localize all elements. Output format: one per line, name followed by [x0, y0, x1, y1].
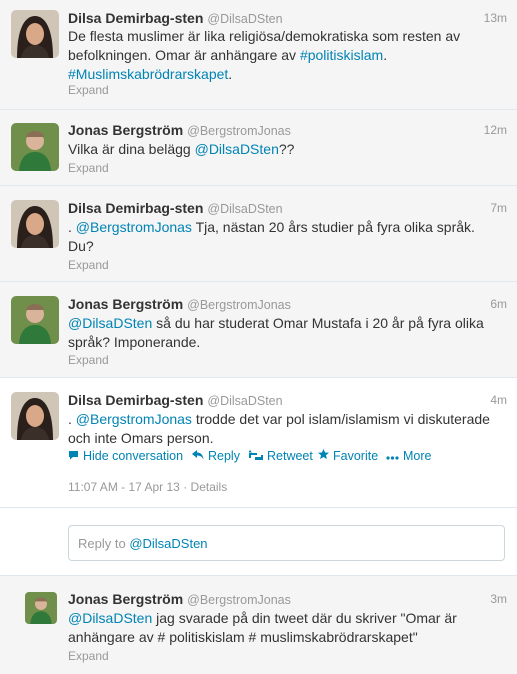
- tweet-text-line: De flesta muslimer är lika religiösa/dem…: [68, 27, 503, 46]
- avatar[interactable]: [11, 392, 59, 440]
- tweet-text-line: Du?: [68, 237, 503, 256]
- mention-link[interactable]: @DilsaDSten: [68, 610, 152, 626]
- text-segment: språk? Imponerande.: [68, 334, 201, 350]
- tweet-text-line: anhängare av # politiskislam # muslimska…: [68, 628, 503, 647]
- author-name[interactable]: Jonas Bergström: [68, 122, 183, 138]
- more-dots-icon: [386, 449, 399, 463]
- mention-link[interactable]: @BergstromJonas: [76, 219, 192, 235]
- retweet-label: Retweet: [267, 449, 313, 463]
- tweet-time[interactable]: 4m: [490, 393, 507, 407]
- text-segment: befolkningen. Omar är anhängare av: [68, 47, 300, 63]
- text-segment: så du har studerat Omar Mustafa i 20 år …: [152, 315, 484, 331]
- expand-link[interactable]: Expand: [68, 649, 109, 663]
- author-handle[interactable]: @DilsaDSten: [207, 12, 282, 26]
- meta-separator: ·: [183, 480, 188, 494]
- text-segment: .: [383, 47, 388, 63]
- tweet-text-line: och inte Omars person.: [68, 429, 503, 448]
- tweet-time[interactable]: 6m: [490, 297, 507, 311]
- tweet-time[interactable]: 12m: [484, 123, 507, 137]
- tweet-text-line: Vilka är dina belägg @DilsaDSten??: [68, 140, 503, 159]
- text-segment: Tja, nästan 20 års studier på fyra olika…: [191, 219, 475, 235]
- tweet-timeline: Dilsa Demirbag-sten @DilsaDSten 13m De fl…: [0, 0, 517, 674]
- tweet-text: . @BergstromJonas trodde det var pol isl…: [68, 410, 503, 448]
- author-handle[interactable]: @DilsaDSten: [207, 394, 282, 408]
- reply-label: Reply: [208, 449, 240, 463]
- author-name[interactable]: Jonas Bergström: [68, 296, 183, 312]
- tweet-time[interactable]: 7m: [490, 201, 507, 215]
- text-segment: jag svarade på din tweet där du skriver …: [152, 610, 457, 626]
- tweet-text-line: . @BergstromJonas trodde det var pol isl…: [68, 410, 503, 429]
- reply-arrow-icon: [192, 449, 204, 463]
- tweet-text: De flesta muslimer är lika religiösa/dem…: [68, 27, 503, 84]
- tweet-text: . @BergstromJonas Tja, nästan 20 års stu…: [68, 218, 503, 256]
- tweet-timestamp[interactable]: 11:07 AM - 17 Apr 13: [68, 480, 180, 494]
- hide-conversation-label: Hide conversation: [83, 449, 184, 463]
- author-handle[interactable]: @BergstromJonas: [187, 593, 291, 607]
- more-button[interactable]: More: [386, 449, 431, 463]
- text-segment: .: [228, 66, 233, 82]
- tweet-time[interactable]: 13m: [484, 11, 507, 25]
- author-name[interactable]: Dilsa Demirbag-sten: [68, 10, 203, 26]
- text-segment: .: [68, 411, 76, 427]
- author-name[interactable]: Jonas Bergström: [68, 591, 183, 607]
- tweet-meta: 11:07 AM - 17 Apr 13 · Details: [68, 480, 227, 494]
- details-link[interactable]: Details: [191, 480, 228, 494]
- author-handle[interactable]: @BergstromJonas: [187, 124, 291, 138]
- author-handle[interactable]: @BergstromJonas: [187, 298, 291, 312]
- tweet-text-line: språk? Imponerande.: [68, 333, 503, 352]
- star-icon: [318, 449, 329, 463]
- retweet-button[interactable]: Retweet: [248, 449, 313, 463]
- text-segment: och inte Omars person.: [68, 430, 214, 446]
- avatar[interactable]: [11, 123, 59, 171]
- reply-mention: @DilsaDSten: [129, 536, 208, 551]
- text-segment: anhängare av # politiskislam # muslimska…: [68, 629, 418, 645]
- avatar[interactable]: [11, 200, 59, 248]
- hide-conversation-button[interactable]: Hide conversation: [68, 449, 183, 463]
- tweet-text-line: #Muslimskabrödrarskapet.: [68, 65, 503, 84]
- reply-button[interactable]: Reply: [192, 449, 240, 463]
- speech-bubble-icon: [68, 449, 79, 463]
- hashtag-link[interactable]: #politiskislam: [300, 47, 383, 63]
- tweet-text-line: @DilsaDSten jag svarade på din tweet där…: [68, 609, 503, 628]
- divider: [0, 507, 517, 508]
- tweet-item[interactable]: Jonas Bergström @BergstromJonas 12m Vilka…: [0, 110, 517, 186]
- tweet-text-line: befolkningen. Omar är anhängare av #poli…: [68, 46, 503, 65]
- tweet-time[interactable]: 3m: [490, 592, 507, 606]
- tweet-text: Vilka är dina belägg @DilsaDSten??: [68, 140, 503, 159]
- expand-link[interactable]: Expand: [68, 353, 109, 367]
- tweet-item[interactable]: Jonas Bergström @BergstromJonas 6m @Dilsa…: [0, 282, 517, 378]
- author-name[interactable]: Dilsa Demirbag-sten: [68, 392, 203, 408]
- tweet-text-line: @DilsaDSten så du har studerat Omar Must…: [68, 314, 503, 333]
- mention-link[interactable]: @BergstromJonas: [76, 411, 192, 427]
- text-segment: Du?: [68, 238, 94, 254]
- tweet-item[interactable]: Dilsa Demirbag-sten @DilsaDSten 7m . @Ber…: [0, 186, 517, 282]
- tweet-item[interactable]: Jonas Bergström @BergstromJonas 3m @Dilsa…: [0, 576, 517, 674]
- favorite-label: Favorite: [333, 449, 379, 463]
- tweet-text-line: . @BergstromJonas Tja, nästan 20 års stu…: [68, 218, 503, 237]
- mention-link[interactable]: @DilsaDSten: [68, 315, 152, 331]
- text-segment: De flesta muslimer är lika religiösa/dem…: [68, 28, 461, 44]
- text-segment: Vilka är dina belägg: [68, 141, 195, 157]
- favorite-button[interactable]: Favorite: [318, 449, 378, 463]
- author-handle[interactable]: @DilsaDSten: [207, 202, 282, 216]
- text-segment: .: [68, 219, 76, 235]
- text-segment: trodde det var pol islam/islamism vi dis…: [191, 411, 490, 427]
- reply-input[interactable]: Reply to @DilsaDSten: [68, 525, 505, 561]
- avatar[interactable]: [25, 592, 57, 624]
- expand-link[interactable]: Expand: [68, 258, 109, 272]
- mention-link[interactable]: @DilsaDSten: [195, 141, 279, 157]
- more-label: More: [403, 449, 432, 463]
- tweet-text: @DilsaDSten jag svarade på din tweet där…: [68, 609, 503, 647]
- tweet-text: @DilsaDSten så du har studerat Omar Must…: [68, 314, 503, 352]
- text-segment: ??: [278, 141, 295, 157]
- author-name[interactable]: Dilsa Demirbag-sten: [68, 200, 203, 216]
- avatar[interactable]: [11, 296, 59, 344]
- tweet-item[interactable]: Dilsa Demirbag-sten @DilsaDSten 13m De fl…: [0, 0, 517, 110]
- expand-link[interactable]: Expand: [68, 161, 109, 175]
- retweet-icon: [248, 449, 264, 463]
- hashtag-link[interactable]: #Muslimskabrödrarskapet: [68, 66, 228, 82]
- expand-link[interactable]: Expand: [68, 83, 109, 97]
- reply-prefix: Reply to: [78, 536, 130, 551]
- avatar[interactable]: [11, 10, 59, 58]
